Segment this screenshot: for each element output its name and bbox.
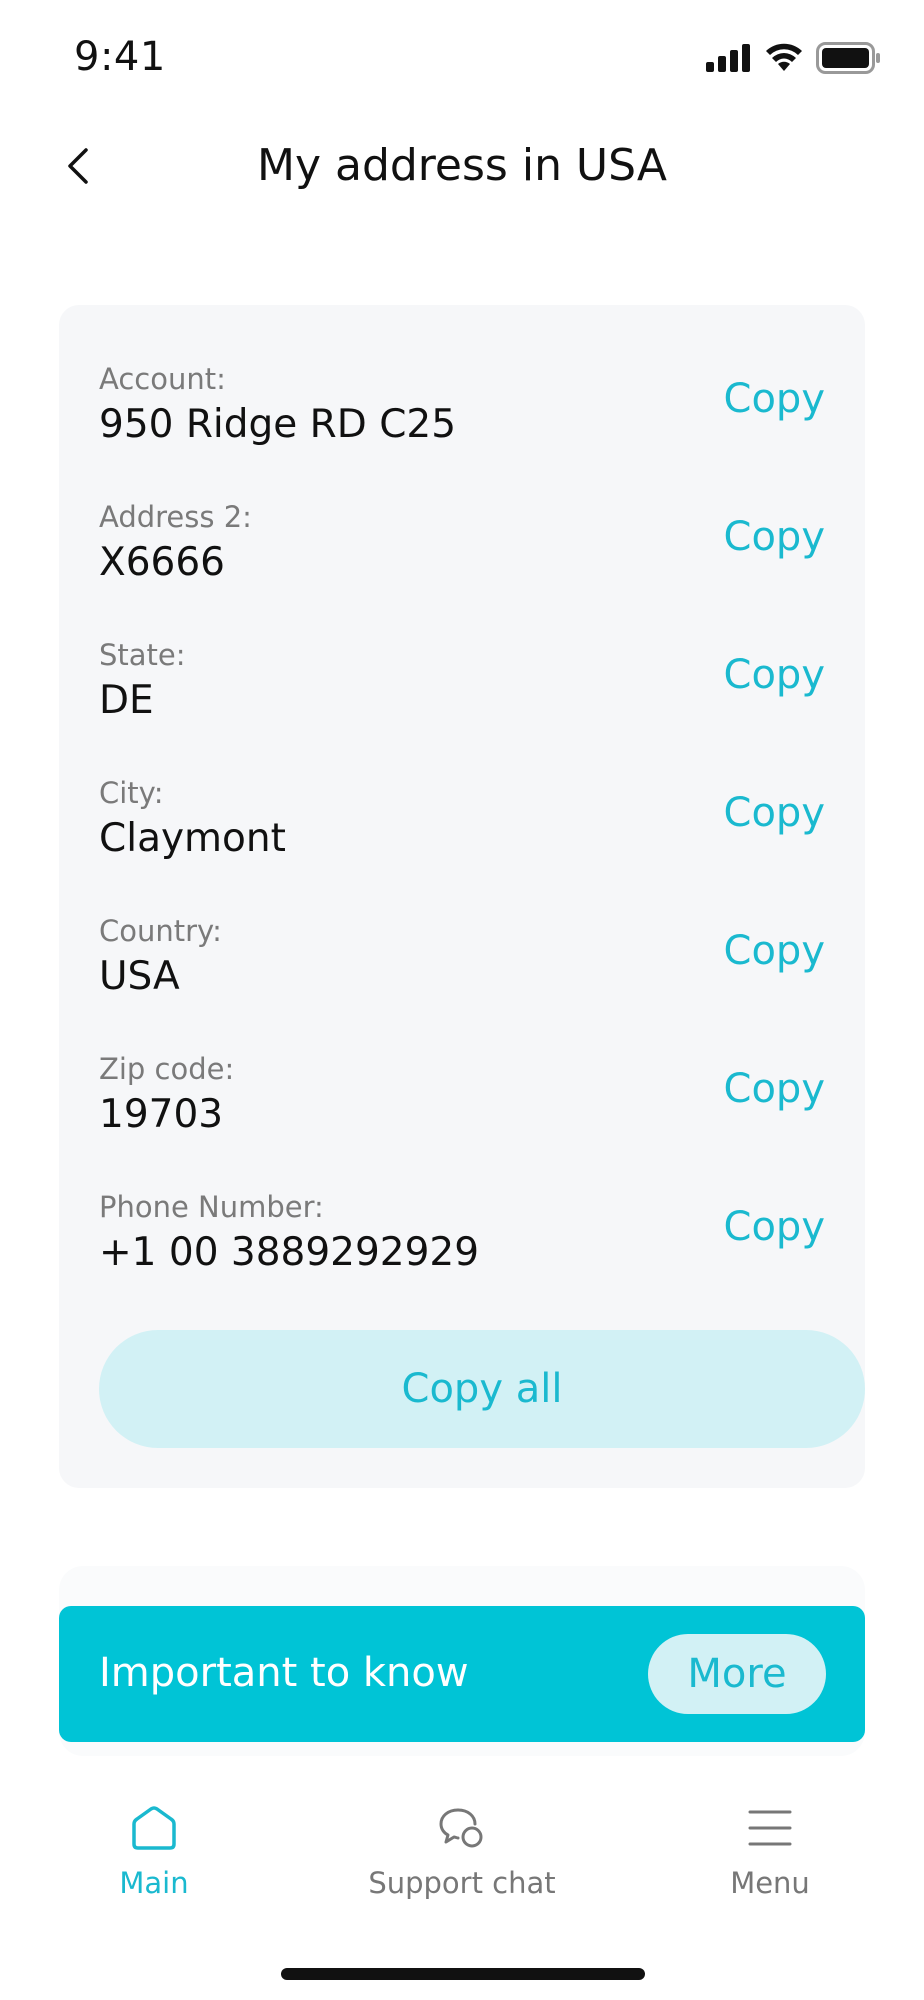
field-row-city: City: Claymont Copy bbox=[99, 776, 825, 896]
copy-phone-number-button[interactable]: Copy bbox=[724, 1204, 825, 1250]
field-value: +1 00 3889292929 bbox=[99, 1230, 480, 1275]
field-row-zip-code: Zip code: 19703 Copy bbox=[99, 1052, 825, 1172]
tab-label: Main bbox=[119, 1866, 189, 1900]
field-label: Country: bbox=[99, 914, 222, 948]
field-label: Account: bbox=[99, 362, 226, 396]
field-label: State: bbox=[99, 638, 186, 672]
chat-icon bbox=[439, 1808, 483, 1848]
field-value: USA bbox=[99, 954, 180, 999]
field-value: DE bbox=[99, 678, 154, 723]
home-icon bbox=[132, 1806, 176, 1850]
field-row-account: Account: 950 Ridge RD C25 Copy bbox=[99, 362, 825, 482]
tab-label: Menu bbox=[730, 1866, 810, 1900]
menu-icon bbox=[748, 1810, 792, 1846]
important-to-know-banner[interactable]: Important to know More bbox=[59, 1606, 865, 1742]
wifi-icon bbox=[766, 43, 802, 71]
field-row-country: Country: USA Copy bbox=[99, 914, 825, 1034]
cellular-signal-icon bbox=[706, 44, 750, 72]
field-row-phone-number: Phone Number: +1 00 3889292929 Copy bbox=[99, 1190, 825, 1310]
tab-bar: Main Support chat Menu bbox=[0, 1772, 924, 1912]
field-label: City: bbox=[99, 776, 164, 810]
field-row-state: State: DE Copy bbox=[99, 638, 825, 758]
field-label: Address 2: bbox=[99, 500, 252, 534]
copy-state-button[interactable]: Copy bbox=[724, 652, 825, 698]
field-value: Claymont bbox=[99, 816, 286, 861]
field-value: 19703 bbox=[99, 1092, 224, 1137]
more-button[interactable]: More bbox=[648, 1634, 826, 1714]
status-time: 9:41 bbox=[74, 34, 166, 80]
copy-zip-code-button[interactable]: Copy bbox=[724, 1066, 825, 1112]
tab-menu[interactable]: Menu bbox=[650, 1772, 890, 1912]
status-bar: 9:41 bbox=[0, 0, 924, 120]
banner-text: Important to know bbox=[99, 1650, 469, 1696]
address-card: Account: 950 Ridge RD C25 Copy Address 2… bbox=[59, 305, 865, 1488]
status-icons bbox=[706, 42, 882, 74]
copy-city-button[interactable]: Copy bbox=[724, 790, 825, 836]
page-title: My address in USA bbox=[257, 140, 667, 191]
copy-account-button[interactable]: Copy bbox=[724, 376, 825, 422]
field-label: Zip code: bbox=[99, 1052, 235, 1086]
field-row-address-2: Address 2: X6666 Copy bbox=[99, 500, 825, 620]
battery-icon bbox=[816, 42, 880, 74]
copy-all-button[interactable]: Copy all bbox=[99, 1330, 865, 1448]
tab-main[interactable]: Main bbox=[34, 1772, 274, 1912]
page: 9:41 My address in USA Account: 950 Ridg… bbox=[0, 0, 924, 2000]
field-label: Phone Number: bbox=[99, 1190, 324, 1224]
field-value: X6666 bbox=[99, 540, 225, 585]
home-indicator bbox=[281, 1968, 645, 1980]
tab-support-chat[interactable]: Support chat bbox=[342, 1772, 582, 1912]
copy-country-button[interactable]: Copy bbox=[724, 928, 825, 974]
tab-label: Support chat bbox=[368, 1866, 556, 1900]
copy-address-2-button[interactable]: Copy bbox=[724, 514, 825, 560]
field-value: 950 Ridge RD C25 bbox=[99, 402, 457, 447]
